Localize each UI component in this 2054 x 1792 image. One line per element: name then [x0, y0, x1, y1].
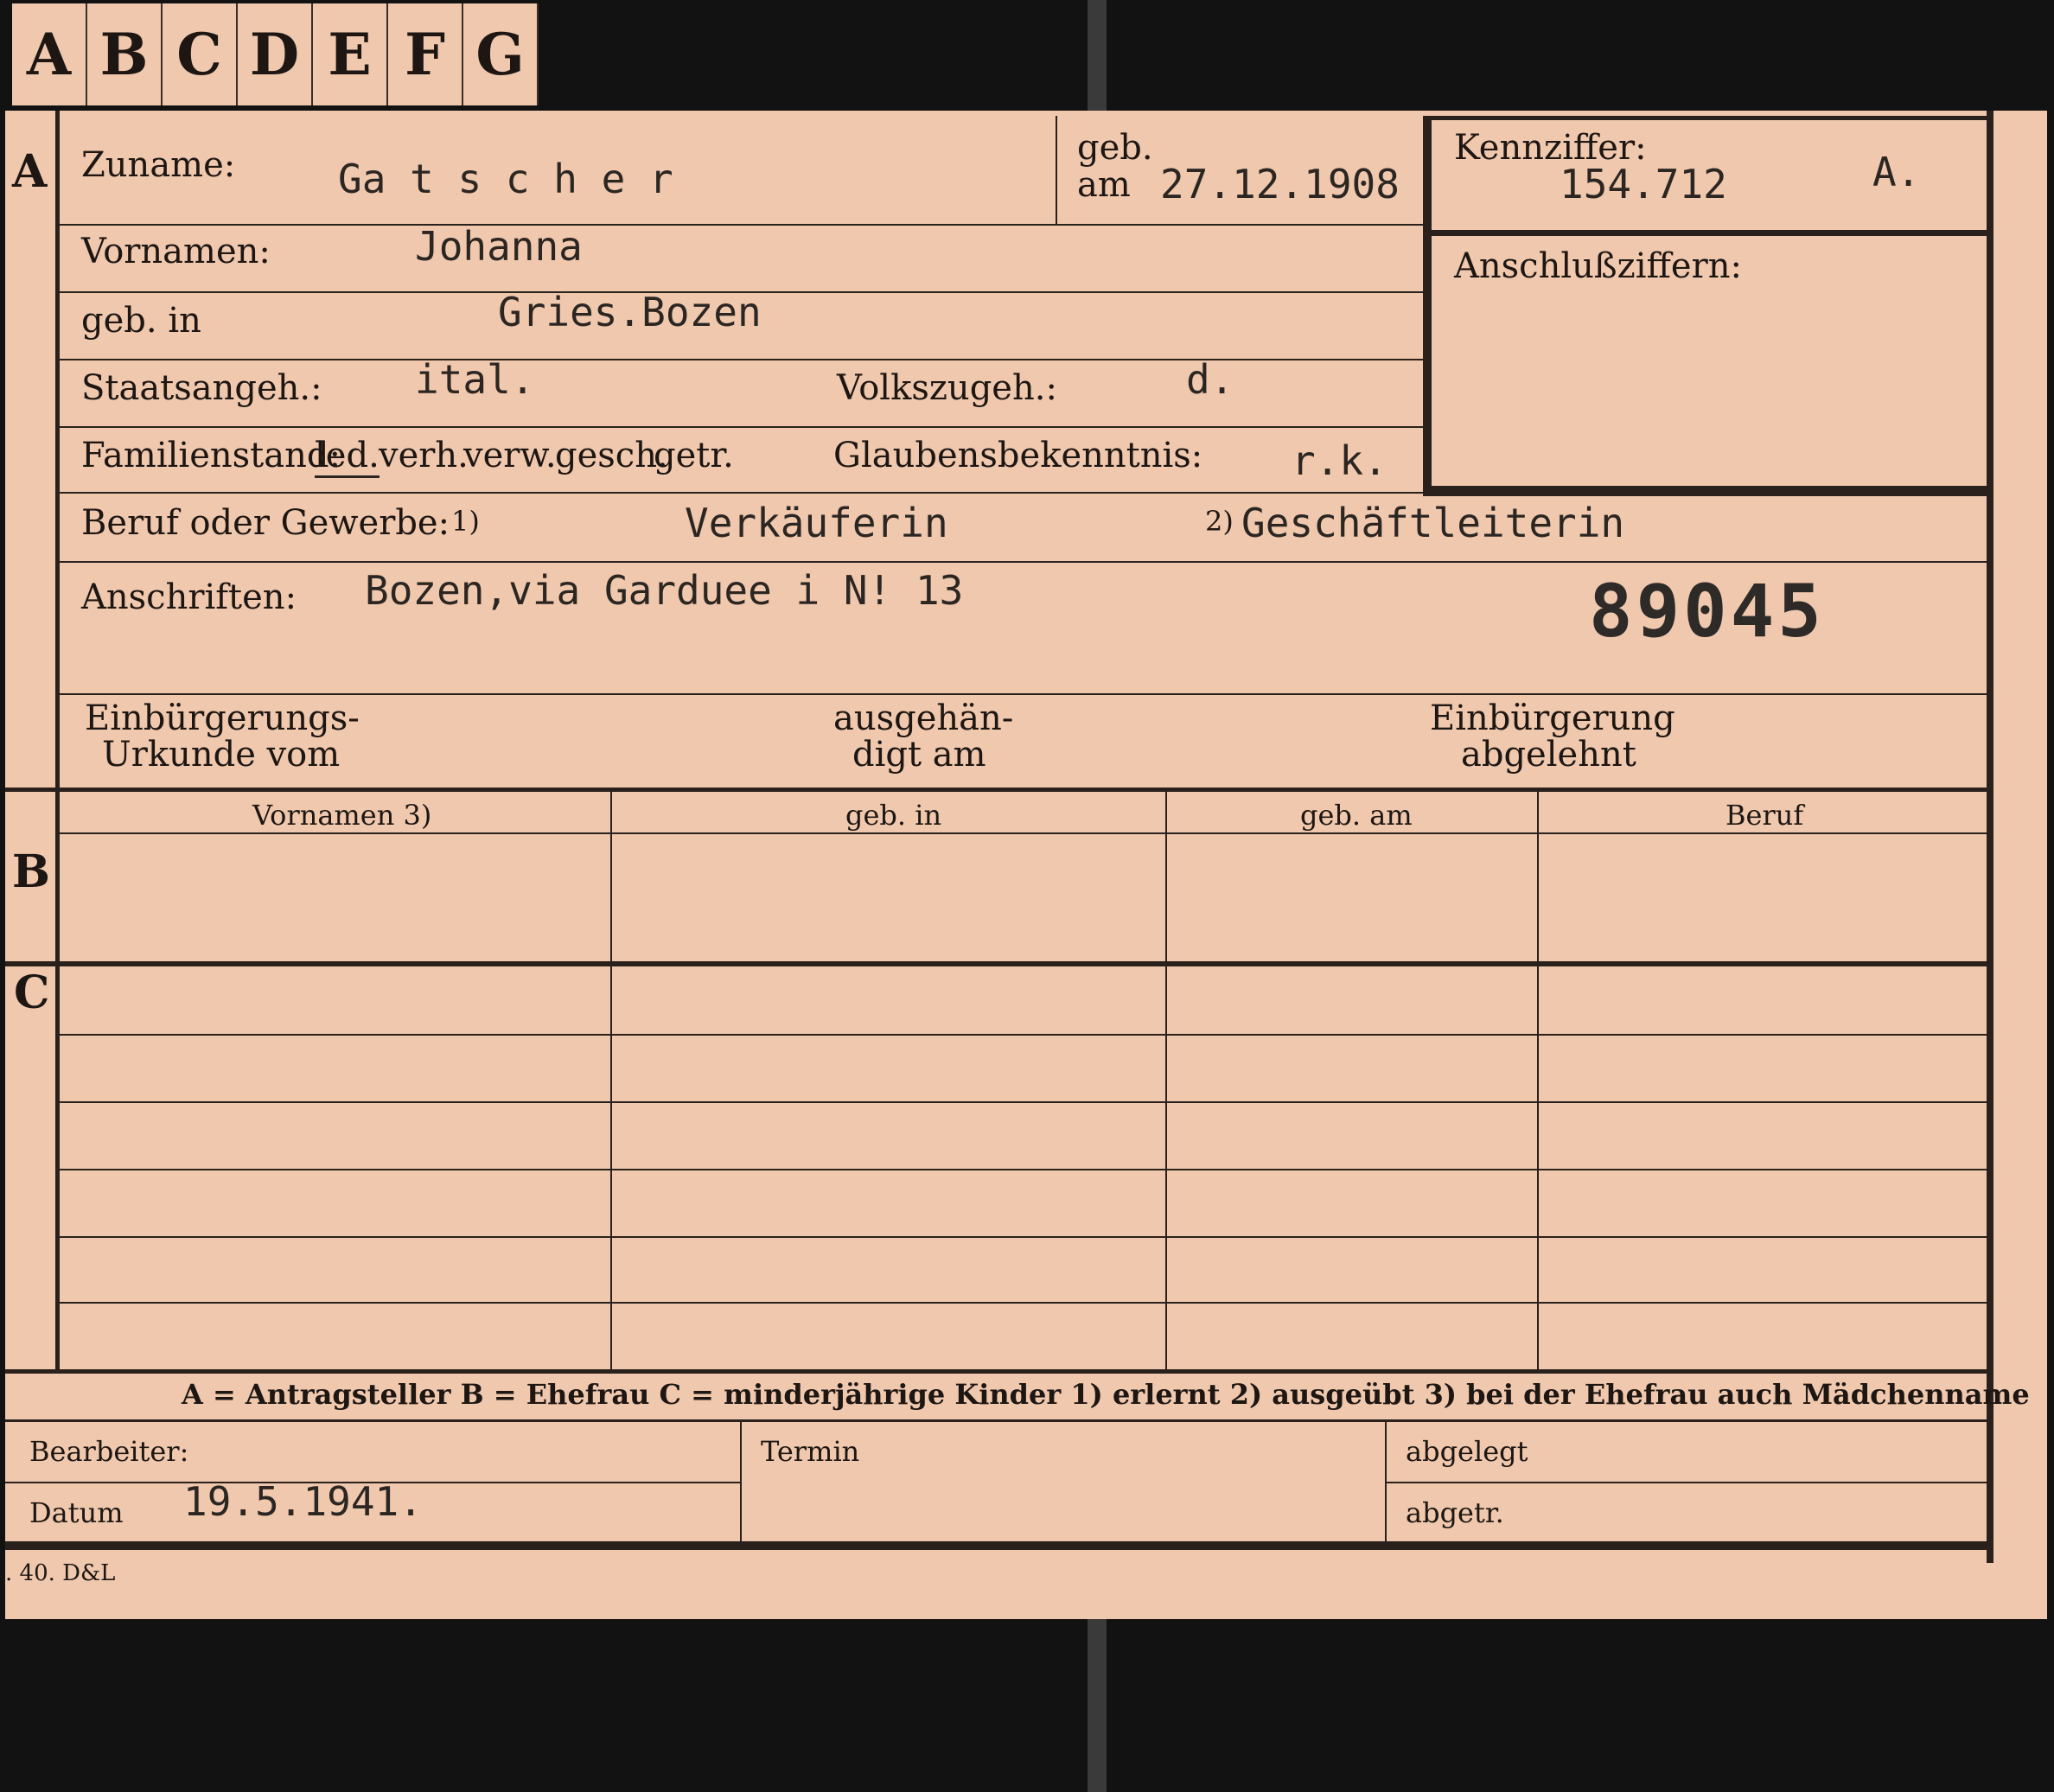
kennziffer-divider — [1423, 230, 1993, 236]
legend-bottom-line — [5, 1419, 1993, 1422]
geb-am-value: 27.12.1908 — [1160, 161, 1400, 207]
zuname-value: Ga t s c h e r — [338, 156, 673, 202]
section-divider-bc — [5, 961, 1993, 966]
einbuergerung-urkunde-label-2: Urkunde vom — [102, 735, 341, 775]
tab-a[interactable]: A — [12, 3, 87, 105]
stamp-number: 89045 — [1589, 569, 1825, 654]
footnote-2-marker: 2) — [1205, 505, 1234, 538]
bearbeiter-label: Bearbeiter: — [29, 1435, 189, 1468]
ausgehaendigt-label-2: digt am — [852, 735, 986, 775]
beruf-label: Beruf oder Gewerbe: — [81, 503, 450, 543]
table-row-line — [60, 1236, 1987, 1238]
table-header-vornamen: Vornamen 3) — [252, 799, 432, 832]
section-a-marker: A — [12, 145, 48, 198]
beruf-ausgeuebt-value: Geschäftleiterin — [1241, 500, 1625, 546]
familienstand-led: led. — [315, 436, 380, 478]
binder-pin — [1088, 1619, 1107, 1792]
table-row-line — [60, 1034, 1987, 1036]
staatsangeh-label: Staatsangeh.: — [81, 368, 322, 408]
table-row-line — [60, 1101, 1987, 1103]
vornamen-label: Vornamen: — [81, 232, 271, 271]
bottom-border — [5, 1541, 1993, 1550]
footnote-1-marker: 1) — [451, 505, 480, 538]
footer-row-line — [1385, 1482, 1987, 1483]
row-line — [60, 224, 1423, 226]
tab-d[interactable]: D — [238, 3, 313, 105]
table-header-geb-am: geb. am — [1300, 799, 1413, 832]
table-row-line — [60, 1302, 1987, 1304]
tab-b[interactable]: B — [87, 3, 163, 105]
zuname-label: Zuname: — [81, 145, 236, 185]
legend-text: A = Antragsteller B = Ehefrau C = minder… — [182, 1378, 2030, 1411]
abgetr-label: abgetr. — [1406, 1496, 1504, 1529]
termin-label: Termin — [761, 1435, 860, 1468]
tab-e[interactable]: E — [313, 3, 388, 105]
volkszugeh-label: Volkszugeh.: — [837, 368, 1057, 408]
einbuergerung-urkunde-label-1: Einbürgerungs- — [85, 698, 360, 738]
legend-top-line — [5, 1369, 1993, 1374]
beruf-erlernt-value: Verkäuferin — [685, 500, 948, 546]
vornamen-value: Johanna — [415, 223, 583, 270]
ausgehaendigt-label-1: ausgehän- — [833, 698, 1014, 738]
abgelegt-label: abgelegt — [1406, 1435, 1528, 1468]
datum-value: 19.5.1941. — [183, 1478, 423, 1525]
datum-label: Datum — [29, 1496, 124, 1529]
familienstand-label: Familienstand: — [81, 436, 341, 475]
table-col-divider — [1165, 789, 1167, 1371]
geb-in-label: geb. in — [81, 301, 201, 341]
table-header-geb-in: geb. in — [845, 799, 942, 832]
print-mark: . 40. D&L — [5, 1560, 116, 1586]
geb-am-divider — [1056, 116, 1057, 224]
kennziffer-value: 154.712 — [1560, 161, 1727, 207]
familienstand-getr: getr. — [654, 436, 734, 475]
right-border — [1987, 111, 1993, 1563]
tab-c[interactable]: C — [163, 3, 238, 105]
row-line — [60, 561, 1987, 563]
row-line — [60, 693, 1987, 695]
einbuergerung-abgelehnt-label-2: abgelehnt — [1461, 735, 1636, 775]
tab-g[interactable]: G — [463, 3, 539, 105]
footer-col-divider — [740, 1422, 742, 1543]
am-label: am — [1077, 165, 1131, 205]
table-col-divider — [1537, 789, 1539, 1371]
tab-f[interactable]: F — [388, 3, 463, 105]
anschlussziffern-label: Anschlußziffern: — [1454, 246, 1742, 286]
section-b-marker: B — [12, 845, 50, 898]
kennziffer-box-top — [1423, 116, 1993, 120]
anschrift-value: Bozen,via Garduee i N! 13 — [365, 567, 964, 614]
left-section-divider — [55, 111, 60, 1373]
kennziffer-box-left — [1423, 116, 1432, 496]
volkszugeh-value: d. — [1186, 356, 1234, 403]
familienstand-gesch: gesch. — [555, 436, 668, 475]
row-line — [60, 492, 1987, 494]
row-line — [60, 426, 1423, 428]
familienstand-verw: verw. — [463, 436, 557, 475]
registration-card: A B C D E F G A Zuname: Ga t s c h e r g… — [5, 3, 2047, 1619]
einbuergerung-abgelehnt-label-1: Einbürgerung — [1430, 698, 1675, 738]
table-header-beruf: Beruf — [1725, 799, 1804, 832]
geb-label: geb. — [1077, 128, 1153, 168]
table-col-divider — [610, 789, 612, 1371]
table-header-line — [60, 832, 1987, 834]
table-row-line — [60, 1169, 1987, 1170]
kennziffer-suffix: A. — [1872, 149, 1921, 195]
familienstand-verh: verh. — [379, 436, 469, 475]
staatsangeh-value: ital. — [415, 356, 535, 403]
binder-pin — [1088, 0, 1107, 111]
glaubensbekenntnis-value: r.k. — [1292, 437, 1387, 484]
section-c-marker: C — [14, 966, 50, 1019]
section-divider-ab — [5, 788, 1993, 792]
glaubensbekenntnis-label: Glaubensbekenntnis: — [833, 436, 1203, 475]
kennziffer-box-bottom — [1423, 486, 1993, 496]
geb-in-value: Gries.Bozen — [498, 289, 762, 335]
anschriften-label: Anschriften: — [81, 577, 297, 617]
